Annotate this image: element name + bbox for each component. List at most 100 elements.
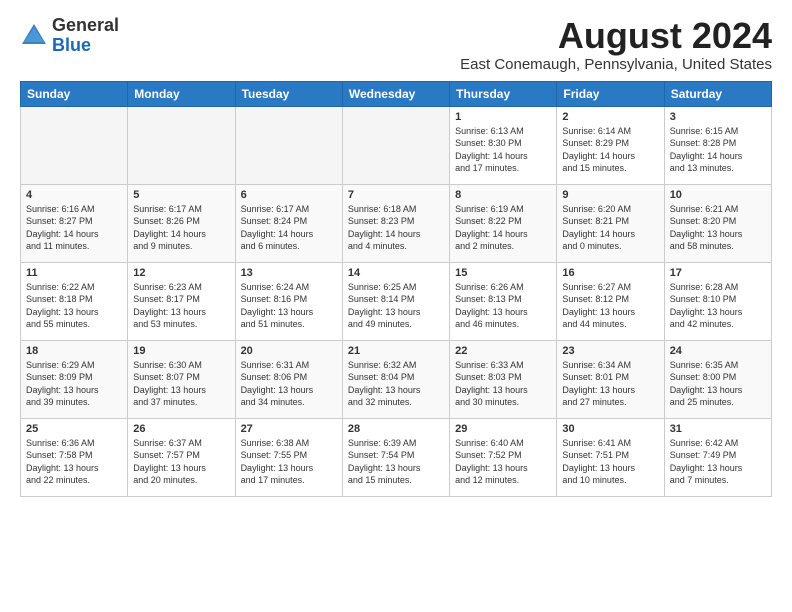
day-number: 20 [241,345,337,357]
calendar-week: 4 Sunrise: 6:16 AMSunset: 8:27 PMDaylight… [21,184,772,262]
calendar-cell: 14 Sunrise: 6:25 AMSunset: 8:14 PMDayligh… [342,262,449,340]
calendar-cell: 15 Sunrise: 6:26 AMSunset: 8:13 PMDayligh… [450,262,557,340]
day-number: 10 [670,189,766,201]
day-number: 18 [26,345,122,357]
cell-info: Sunrise: 6:32 AMSunset: 8:04 PMDaylight:… [348,359,444,409]
calendar-cell: 9Sunrise: 6:20 AMSunset: 8:21 PMDaylight… [557,184,664,262]
day-number: 22 [455,345,551,357]
day-number: 19 [133,345,229,357]
logo-blue: Blue [52,35,91,55]
cell-info: Sunrise: 6:25 AMSunset: 8:14 PMDaylight:… [348,281,444,331]
cell-info: Sunrise: 6:34 AMSunset: 8:01 PMDaylight:… [562,359,658,409]
calendar-cell: 25 Sunrise: 6:36 AMSunset: 7:58 PMDayligh… [21,418,128,496]
calendar-cell [21,106,128,184]
calendar-cell: 11 Sunrise: 6:22 AMSunset: 8:18 PMDayligh… [21,262,128,340]
header-day: Wednesday [342,81,449,106]
logo-text: General Blue [52,16,119,56]
calendar-body: 1 Sunrise: 6:13 AMSunset: 8:30 PMDaylight… [21,106,772,496]
calendar-week: 18 Sunrise: 6:29 AMSunset: 8:09 PMDayligh… [21,340,772,418]
page: General Blue August 2024 East Conemaugh,… [0,0,792,507]
cell-info: Sunrise: 6:31 AMSunset: 8:06 PMDaylight:… [241,359,337,409]
calendar-cell: 13Sunrise: 6:24 AMSunset: 8:16 PMDayligh… [235,262,342,340]
cell-info: Sunrise: 6:18 AMSunset: 8:23 PMDaylight:… [348,203,444,253]
calendar-header: SundayMondayTuesdayWednesdayThursdayFrid… [21,81,772,106]
location: East Conemaugh, Pennsylvania, United Sta… [460,56,772,73]
calendar-cell: 31 Sunrise: 6:42 AMSunset: 7:49 PMDayligh… [664,418,771,496]
logo-general: General [52,15,119,35]
cell-info: Sunrise: 6:40 AMSunset: 7:52 PMDaylight:… [455,437,551,487]
calendar-cell: 4 Sunrise: 6:16 AMSunset: 8:27 PMDaylight… [21,184,128,262]
calendar-week: 11 Sunrise: 6:22 AMSunset: 8:18 PMDayligh… [21,262,772,340]
header-day: Saturday [664,81,771,106]
title-section: August 2024 East Conemaugh, Pennsylvania… [460,16,772,73]
logo: General Blue [20,16,119,56]
header-day: Sunday [21,81,128,106]
calendar-cell: 6 Sunrise: 6:17 AMSunset: 8:24 PMDaylight… [235,184,342,262]
day-number: 29 [455,423,551,435]
day-number: 3 [670,111,766,123]
cell-info: Sunrise: 6:14 AMSunset: 8:29 PMDaylight:… [562,125,658,175]
calendar-cell: 20 Sunrise: 6:31 AMSunset: 8:06 PMDayligh… [235,340,342,418]
cell-info: Sunrise: 6:39 AMSunset: 7:54 PMDaylight:… [348,437,444,487]
cell-info: Sunrise: 6:28 AMSunset: 8:10 PMDaylight:… [670,281,766,331]
cell-info: Sunrise: 6:42 AMSunset: 7:49 PMDaylight:… [670,437,766,487]
cell-info: Sunrise: 6:17 AMSunset: 8:24 PMDaylight:… [241,203,337,253]
calendar: SundayMondayTuesdayWednesdayThursdayFrid… [20,81,772,497]
calendar-cell: 2 Sunrise: 6:14 AMSunset: 8:29 PMDaylight… [557,106,664,184]
day-number: 26 [133,423,229,435]
header: General Blue August 2024 East Conemaugh,… [20,16,772,73]
day-number: 8 [455,189,551,201]
day-number: 23 [562,345,658,357]
calendar-cell: 23 Sunrise: 6:34 AMSunset: 8:01 PMDayligh… [557,340,664,418]
day-number: 25 [26,423,122,435]
day-number: 4 [26,189,122,201]
cell-info: Sunrise: 6:16 AMSunset: 8:27 PMDaylight:… [26,203,122,253]
cell-info: Sunrise: 6:37 AMSunset: 7:57 PMDaylight:… [133,437,229,487]
calendar-cell: 8Sunrise: 6:19 AMSunset: 8:22 PMDaylight… [450,184,557,262]
cell-info: Sunrise: 6:26 AMSunset: 8:13 PMDaylight:… [455,281,551,331]
cell-info: Sunrise: 6:22 AMSunset: 8:18 PMDaylight:… [26,281,122,331]
calendar-cell: 5 Sunrise: 6:17 AMSunset: 8:26 PMDaylight… [128,184,235,262]
day-number: 11 [26,267,122,279]
cell-info: Sunrise: 6:20 AMSunset: 8:21 PMDaylight:… [562,203,658,253]
calendar-cell: 21 Sunrise: 6:32 AMSunset: 8:04 PMDayligh… [342,340,449,418]
calendar-cell: 22 Sunrise: 6:33 AMSunset: 8:03 PMDayligh… [450,340,557,418]
logo-icon [20,22,48,50]
day-number: 30 [562,423,658,435]
cell-info: Sunrise: 6:36 AMSunset: 7:58 PMDaylight:… [26,437,122,487]
cell-info: Sunrise: 6:33 AMSunset: 8:03 PMDaylight:… [455,359,551,409]
day-number: 6 [241,189,337,201]
calendar-cell: 16Sunrise: 6:27 AMSunset: 8:12 PMDayligh… [557,262,664,340]
header-row: SundayMondayTuesdayWednesdayThursdayFrid… [21,81,772,106]
cell-info: Sunrise: 6:13 AMSunset: 8:30 PMDaylight:… [455,125,551,175]
day-number: 31 [670,423,766,435]
calendar-week: 1 Sunrise: 6:13 AMSunset: 8:30 PMDaylight… [21,106,772,184]
day-number: 5 [133,189,229,201]
calendar-cell: 29 Sunrise: 6:40 AMSunset: 7:52 PMDayligh… [450,418,557,496]
calendar-cell: 18 Sunrise: 6:29 AMSunset: 8:09 PMDayligh… [21,340,128,418]
day-number: 1 [455,111,551,123]
day-number: 14 [348,267,444,279]
day-number: 16 [562,267,658,279]
calendar-cell: 27Sunrise: 6:38 AMSunset: 7:55 PMDayligh… [235,418,342,496]
cell-info: Sunrise: 6:29 AMSunset: 8:09 PMDaylight:… [26,359,122,409]
calendar-cell: 3Sunrise: 6:15 AMSunset: 8:28 PMDaylight… [664,106,771,184]
calendar-cell: 30Sunrise: 6:41 AMSunset: 7:51 PMDayligh… [557,418,664,496]
header-day: Friday [557,81,664,106]
calendar-cell [235,106,342,184]
calendar-cell: 12Sunrise: 6:23 AMSunset: 8:17 PMDayligh… [128,262,235,340]
calendar-cell: 1 Sunrise: 6:13 AMSunset: 8:30 PMDaylight… [450,106,557,184]
month-title: August 2024 [460,16,772,56]
day-number: 13 [241,267,337,279]
day-number: 12 [133,267,229,279]
day-number: 24 [670,345,766,357]
cell-info: Sunrise: 6:30 AMSunset: 8:07 PMDaylight:… [133,359,229,409]
header-day: Thursday [450,81,557,106]
cell-info: Sunrise: 6:17 AMSunset: 8:26 PMDaylight:… [133,203,229,253]
day-number: 21 [348,345,444,357]
day-number: 2 [562,111,658,123]
day-number: 15 [455,267,551,279]
day-number: 17 [670,267,766,279]
calendar-cell [342,106,449,184]
cell-info: Sunrise: 6:38 AMSunset: 7:55 PMDaylight:… [241,437,337,487]
